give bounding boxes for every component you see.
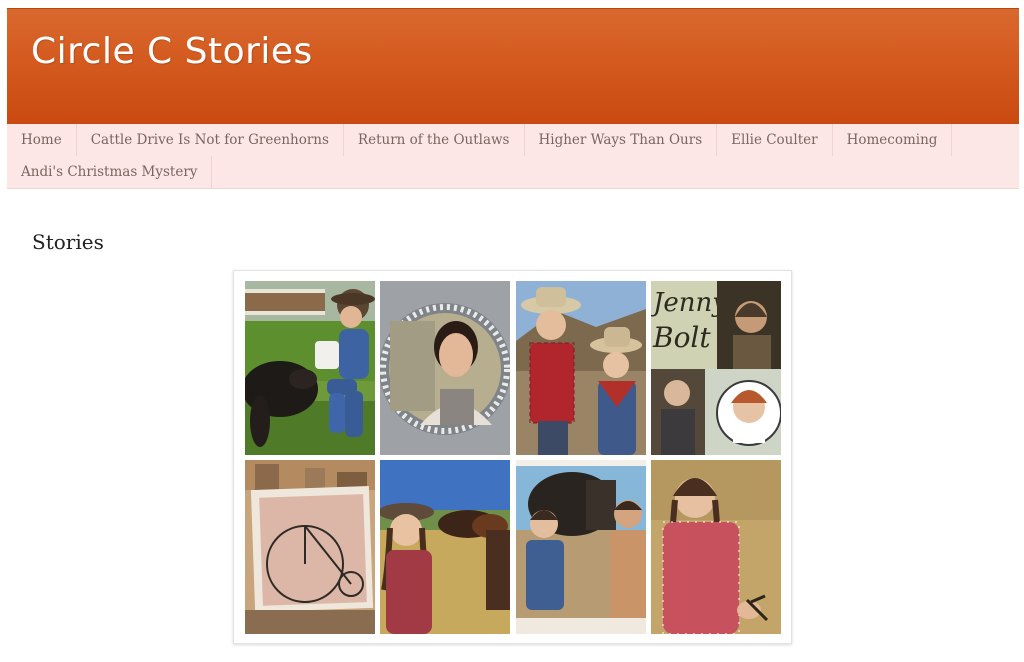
collage-tile-old-town-bicycle: [245, 460, 375, 634]
page: Circle C Stories Home Cattle Drive Is No…: [0, 0, 1024, 662]
collage-tile-jenny-bolt: Jenny Bolt: [651, 281, 781, 455]
nav-item-christmas-mystery[interactable]: Andi's Christmas Mystery: [7, 156, 213, 188]
site-header: Circle C Stories: [7, 8, 1019, 125]
page-heading: Stories: [32, 230, 104, 254]
collage-tile-girl-field: [651, 460, 781, 634]
site-title-link[interactable]: Circle C Stories: [31, 31, 313, 72]
collage-tile-girl-horses: [380, 460, 510, 634]
nav-item-higher-ways[interactable]: Higher Ways Than Ours: [525, 124, 718, 156]
collage-tile-girl-man-horse: [516, 460, 646, 634]
collage-tile-woman-portrait: [380, 281, 510, 455]
nav-item-ellie-coulter[interactable]: Ellie Coulter: [717, 124, 833, 156]
svg-text:Jenny: Jenny: [651, 288, 727, 318]
collage-tile-girl-calf: [245, 281, 375, 455]
nav-item-home[interactable]: Home: [7, 124, 77, 156]
nav-row-1: Home Cattle Drive Is Not for Greenhorns …: [7, 124, 1019, 156]
nav-row-2: Andi's Christmas Mystery: [7, 156, 1019, 188]
nav-item-homecoming[interactable]: Homecoming: [833, 124, 953, 156]
nav-item-return-outlaws[interactable]: Return of the Outlaws: [344, 124, 525, 156]
collage-tile-cowboy-boys: [516, 281, 646, 455]
main-navigation: Home Cattle Drive Is Not for Greenhorns …: [7, 124, 1019, 189]
svg-text:Bolt: Bolt: [652, 321, 711, 354]
nav-item-cattle-drive[interactable]: Cattle Drive Is Not for Greenhorns: [77, 124, 344, 156]
story-collage-image: Jenny Bolt: [233, 270, 792, 644]
